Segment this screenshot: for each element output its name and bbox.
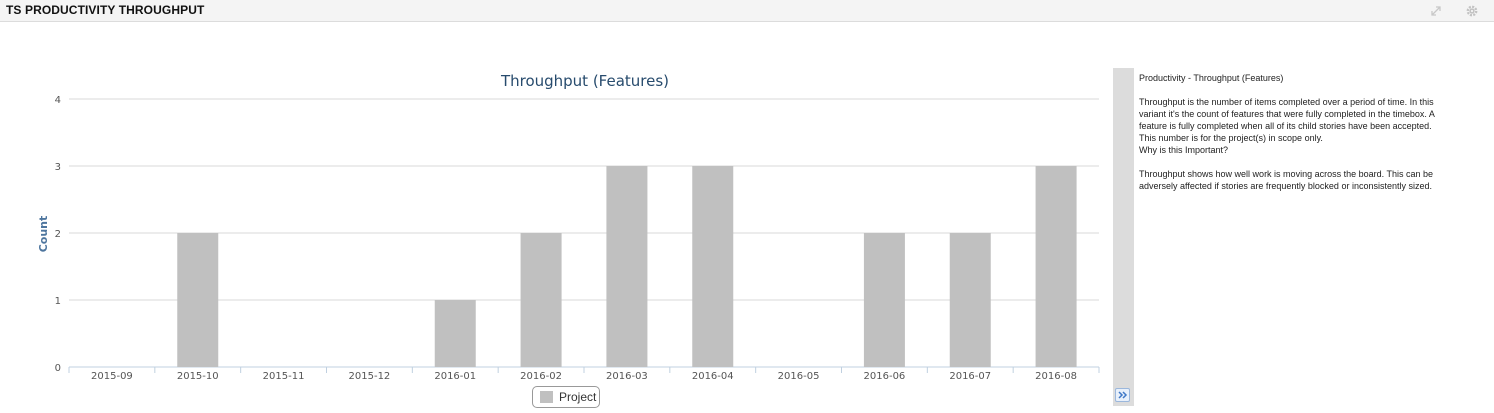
bar-2016-01[interactable] [434, 300, 476, 367]
y-axis-title: Count [37, 216, 50, 253]
x-tick-label: 2016-04 [692, 371, 734, 382]
description-importance-heading: Why is this Important? [1139, 145, 1229, 155]
x-tick-label: 2016-07 [949, 371, 991, 382]
y-tick-label: 3 [55, 162, 61, 173]
x-tick-label: 2016-03 [606, 371, 648, 382]
bar-2015-10[interactable] [177, 233, 219, 367]
legend-swatch [540, 391, 553, 403]
x-tick-label: 2016-02 [520, 371, 562, 382]
x-tick-label: 2016-06 [864, 371, 906, 382]
y-tick-label: 0 [55, 363, 61, 374]
bar-2016-04[interactable] [692, 166, 734, 367]
description-importance-text: Throughput shows how well work is moving… [1139, 169, 1433, 191]
x-tick-label: 2016-01 [434, 371, 476, 382]
bar-2016-03[interactable] [606, 166, 648, 367]
description-paragraph: Throughput is the number of items comple… [1139, 97, 1435, 131]
x-tick-label: 2016-08 [1035, 371, 1077, 382]
description-title: Productivity - Throughput (Features) [1139, 73, 1284, 83]
legend-label: Project [559, 390, 597, 404]
x-tick-label: 2015-11 [263, 371, 305, 382]
y-tick-label: 1 [55, 296, 61, 307]
bar-2016-08[interactable] [1035, 166, 1077, 367]
throughput-chart: Throughput (Features) Count 0 1 2 3 4 2015-09 20… [0, 22, 1110, 413]
description-panel-divider[interactable] [1113, 68, 1134, 406]
description-scope-note: This number is for the project(s) in sco… [1139, 133, 1323, 143]
chart-title: Throughput (Features) [500, 72, 669, 90]
chart-svg: Throughput (Features) Count 0 1 2 3 4 2015-09 20… [37, 72, 1100, 382]
panel-header: TS PRODUCTIVITY THROUGHPUT [0, 0, 1494, 22]
x-tick-label: 2016-05 [778, 371, 820, 382]
gear-icon[interactable] [1465, 4, 1479, 18]
y-tick-label: 4 [55, 95, 61, 106]
description-panel: Productivity - Throughput (Features) Thr… [1139, 72, 1444, 192]
double-chevron-right-icon [1118, 391, 1128, 399]
bar-2016-02[interactable] [520, 233, 562, 367]
x-tick-label: 2015-10 [177, 371, 219, 382]
bar-2016-07[interactable] [949, 233, 991, 367]
expand-icon[interactable] [1429, 4, 1443, 18]
collapse-panel-button[interactable] [1115, 388, 1130, 402]
x-tick-label: 2015-12 [349, 371, 391, 382]
y-tick-label: 2 [55, 229, 61, 240]
legend-item-project[interactable]: Project [532, 386, 600, 408]
panel-title: TS PRODUCTIVITY THROUGHPUT [6, 3, 205, 17]
bar-2016-06[interactable] [863, 233, 905, 367]
x-tick-label: 2015-09 [91, 371, 133, 382]
